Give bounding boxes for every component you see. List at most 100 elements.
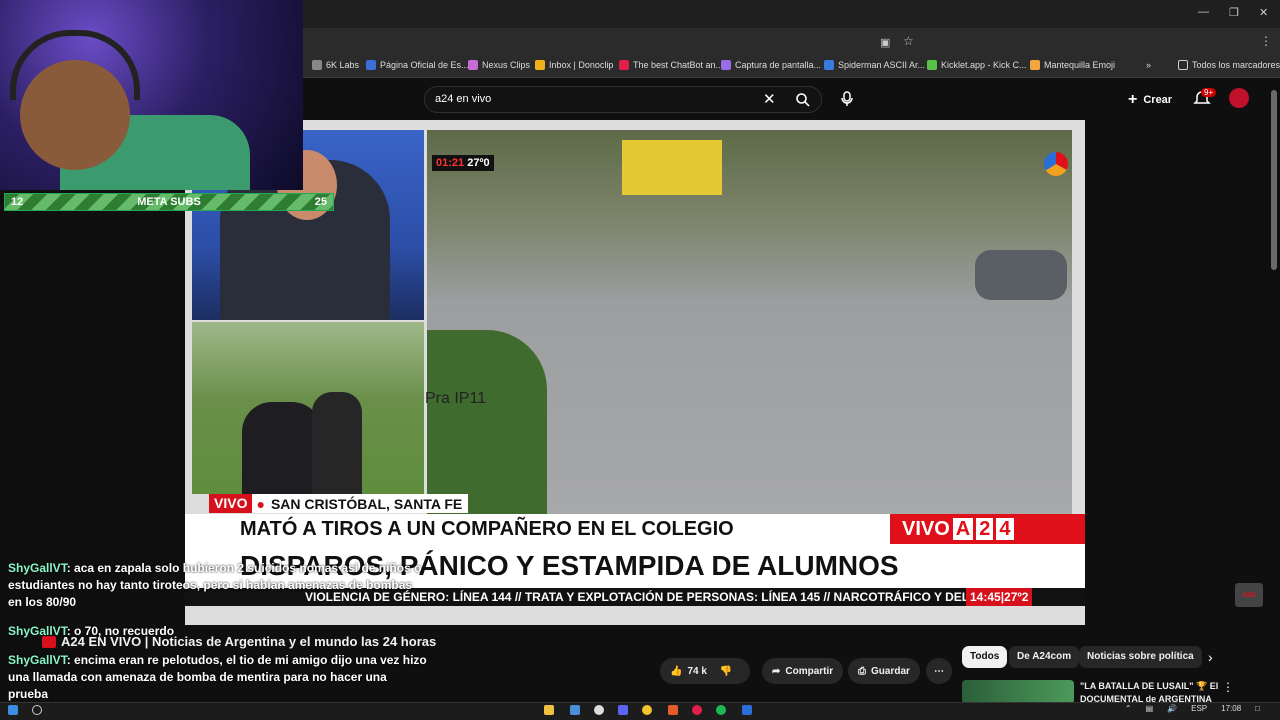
brand-letter: 2 — [976, 518, 994, 540]
camera-label: Pra IP11 — [425, 390, 487, 407]
bookmark-item[interactable]: Inbox | Donoclip — [535, 60, 613, 70]
folder-icon — [1178, 60, 1188, 70]
clear-search-icon[interactable]: ✕ — [763, 90, 776, 108]
search-box[interactable]: ✕ — [424, 86, 822, 113]
chevron-right-icon[interactable]: › — [1208, 649, 1213, 665]
create-label: Crear — [1143, 94, 1173, 106]
headphones-icon — [10, 30, 140, 100]
save-button[interactable]: ⎙ Guardar — [848, 658, 920, 684]
chip-channel[interactable]: De A24com — [1009, 646, 1080, 668]
discord-icon[interactable] — [618, 705, 628, 715]
file-explorer-icon[interactable] — [544, 705, 554, 715]
spotify-icon[interactable] — [716, 705, 726, 715]
chat-text: : aca en zapala solo hubieron 2 suicidos… — [8, 561, 422, 609]
bookmark-item[interactable]: Mantequilla Emoji — [1030, 60, 1115, 70]
more-actions-icon[interactable]: ⋯ — [926, 658, 952, 684]
all-bookmarks-label: Todos los marcadores — [1192, 60, 1280, 70]
app-icon[interactable] — [742, 705, 752, 715]
ticker-clock: 14:45|27º2 — [966, 588, 1033, 606]
minimize-icon[interactable]: — — [1198, 6, 1209, 18]
close-window-icon[interactable]: ✕ — [1259, 6, 1268, 19]
save-label: Guardar — [871, 665, 910, 677]
bookmark-item[interactable]: Kicklet.app - Kick C... — [927, 60, 1027, 70]
system-tray: ⌃ ▤ 🔊 ESP 17:08 □ — [1125, 704, 1260, 713]
language-indicator[interactable]: ESP — [1191, 704, 1207, 713]
like-count: 74 k — [687, 665, 707, 677]
cast-icon[interactable]: ▣ — [880, 36, 890, 49]
bookmark-item[interactable]: 6K Labs — [312, 60, 359, 70]
live-badge: VIVO — [209, 494, 253, 513]
webcam-overlay — [0, 0, 303, 190]
bookmark-label: 6K Labs — [326, 60, 360, 70]
bookmark-favicon-icon — [535, 60, 545, 70]
windows-start-icon[interactable] — [8, 705, 18, 715]
search-icon[interactable] — [32, 705, 42, 715]
timer-temp: 27º0 — [467, 157, 490, 169]
interviewee-figure — [312, 392, 362, 494]
a24-mini-logo[interactable]: A24 — [1235, 583, 1263, 607]
scrollbar[interactable] — [1271, 90, 1277, 270]
more-bookmarks-chevron-icon[interactable]: » — [1146, 60, 1151, 70]
search-input[interactable] — [435, 93, 755, 105]
bookmark-favicon-icon — [468, 60, 478, 70]
create-button[interactable]: + Crear — [1128, 91, 1172, 109]
thumbs-down-icon[interactable]: 👎 — [720, 666, 732, 677]
chat-username: ShyGallVT — [8, 561, 67, 575]
share-button[interactable]: ➦ Compartir — [762, 658, 844, 684]
notifications-bell-icon[interactable]: 9+ — [1193, 88, 1217, 110]
chat-text: : encima eran re pelotudos, el tio de mi… — [8, 653, 427, 701]
sub-goal-start: 12 — [11, 196, 24, 208]
camera-timer: 01:21 27º0 — [432, 155, 494, 171]
chat-message: ShyGallVT: aca en zapala solo hubieron 2… — [8, 560, 428, 611]
steam-icon[interactable] — [570, 705, 580, 715]
search-icon[interactable] — [795, 92, 811, 108]
sub-goal-target: 25 — [314, 196, 327, 208]
all-bookmarks-folder[interactable]: Todos los marcadores — [1178, 60, 1280, 70]
avatar[interactable] — [1229, 88, 1249, 108]
related-more-icon[interactable]: ⋮ — [1222, 680, 1234, 694]
location-text: SAN CRISTÓBAL, SANTA FE — [270, 495, 463, 512]
parked-car — [975, 250, 1067, 300]
notification-center-icon[interactable]: □ — [1255, 704, 1260, 713]
restore-icon[interactable]: ❐ — [1229, 6, 1239, 19]
live-location-tag: VIVO ● SAN CRISTÓBAL, SANTA FE — [209, 494, 469, 513]
share-icon: ➦ — [772, 665, 781, 677]
brave-icon[interactable] — [668, 705, 678, 715]
save-icon: ⎙ — [858, 665, 866, 677]
chip-all[interactable]: Todos — [962, 646, 1008, 668]
brand-vivo: VIVO — [902, 517, 950, 540]
obs-icon[interactable] — [594, 705, 604, 715]
bookmark-favicon-icon — [824, 60, 834, 70]
bookmark-item[interactable]: Captura de pantalla... — [721, 60, 821, 70]
reporter-feed — [192, 322, 424, 494]
bookmark-star-icon[interactable]: ☆ — [903, 34, 914, 48]
media-app-icon[interactable] — [692, 705, 702, 715]
bookmark-item[interactable]: Spiderman ASCII Ar... — [824, 60, 925, 70]
related-video-thumbnail[interactable] — [962, 680, 1074, 704]
bookmark-item[interactable]: The best ChatBot an... — [619, 60, 723, 70]
bookmark-label: Inbox | Donoclip — [549, 60, 614, 70]
cctv-feed — [427, 130, 1072, 514]
sub-goal-label: META SUBS — [137, 196, 201, 208]
bookmark-favicon-icon — [1030, 60, 1040, 70]
reporter-figure — [242, 402, 322, 494]
menu-kebab-icon[interactable]: ⋮ — [1260, 34, 1272, 48]
thumbs-up-icon: 👍 — [670, 665, 683, 677]
microphone-icon[interactable] — [838, 90, 856, 108]
windows-taskbar — [0, 702, 1280, 720]
chrome-icon[interactable] — [642, 705, 652, 715]
chat-username: ShyGallVT — [8, 624, 67, 638]
volume-icon[interactable]: 🔊 — [1167, 704, 1177, 713]
chat-message: ShyGallVT: encima eran re pelotudos, el … — [8, 652, 428, 703]
tray-chevron-icon[interactable]: ⌃ — [1125, 704, 1132, 713]
clock-time[interactable]: 17:08 — [1221, 704, 1241, 713]
stream-chat: ShyGallVT: aca en zapala solo hubieron 2… — [8, 560, 428, 703]
share-label: Compartir — [785, 665, 834, 677]
bookmark-item[interactable]: Página Oficial de Es... — [366, 60, 469, 70]
chip-politics[interactable]: Noticias sobre política — [1079, 646, 1202, 668]
bookmark-item[interactable]: Nexus Clips — [468, 60, 530, 70]
network-icon[interactable]: ▤ — [1146, 704, 1154, 713]
like-button[interactable]: 👍 74 k 👎 — [660, 658, 750, 684]
plus-icon: + — [1128, 91, 1138, 108]
brand-letter: A — [952, 518, 974, 540]
